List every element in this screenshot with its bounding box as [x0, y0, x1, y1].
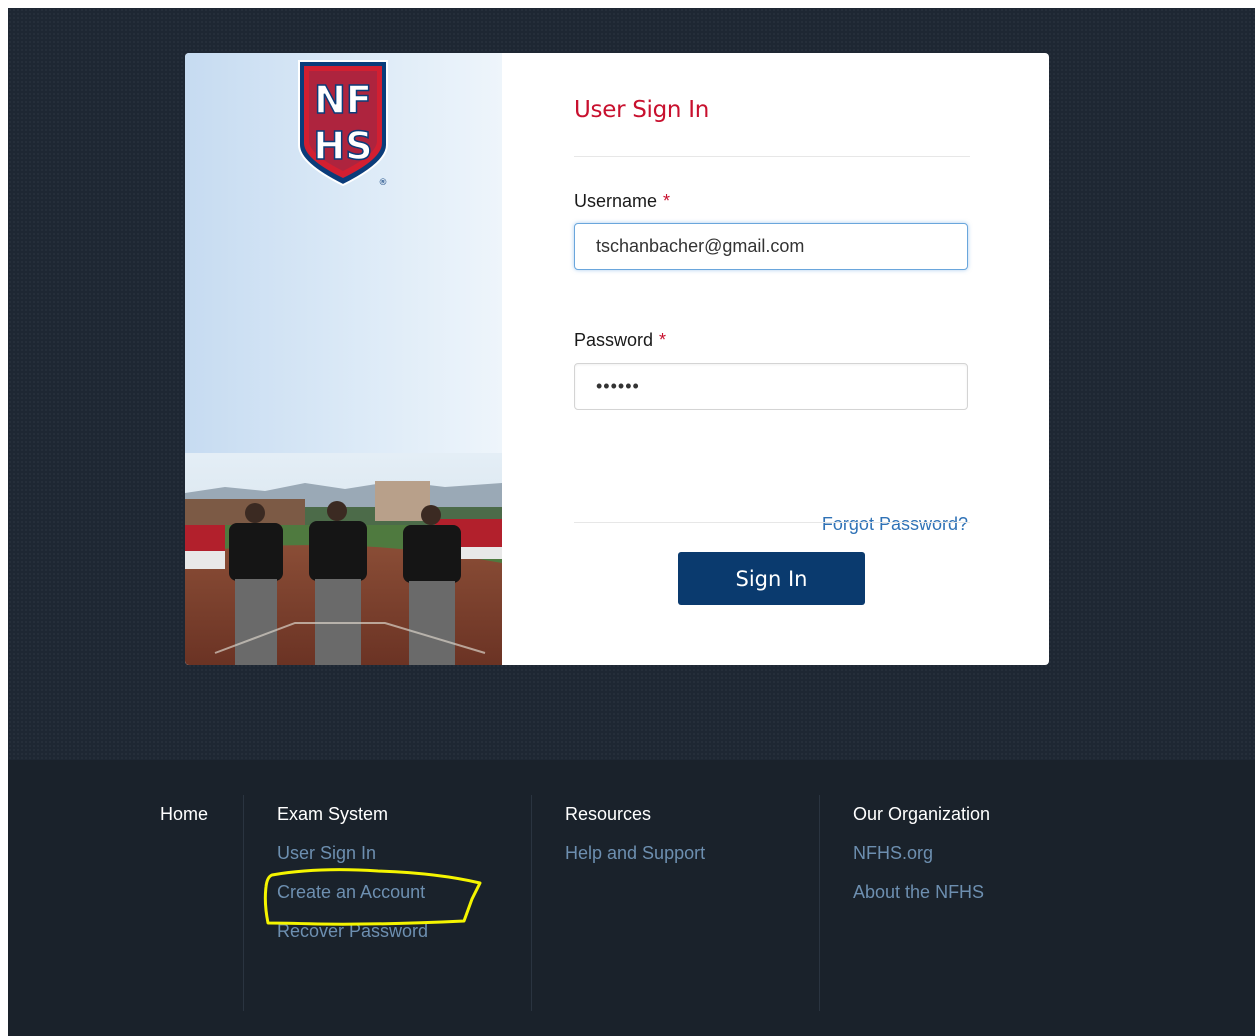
password-input[interactable]	[574, 363, 968, 410]
signin-card: NF HS ® User Sign In Username * tschanba…	[185, 53, 1049, 665]
logo-text-bottom: HS	[313, 124, 372, 168]
forgot-password-link[interactable]: Forgot Password?	[822, 514, 968, 535]
password-label-text: Password	[574, 330, 654, 350]
title-divider	[574, 156, 970, 157]
footer-link-recover-password[interactable]: Recover Password	[277, 920, 428, 942]
footer-heading-resources: Resources	[565, 804, 652, 824]
footer-col-resources: Resources Help and Support	[565, 795, 705, 1011]
footer-separator	[531, 795, 532, 1011]
footer-link-create-account[interactable]: Create an Account	[277, 881, 428, 903]
footer-link-about-nfhs[interactable]: About the NFHS	[853, 881, 990, 903]
baseball-umpires-photo	[185, 453, 502, 665]
footer-separator	[243, 795, 244, 1011]
nfhs-shield-logo: NF HS ®	[298, 60, 388, 188]
form-divider	[574, 522, 970, 523]
card-side-panel: NF HS ®	[185, 53, 502, 665]
footer-link-nfhs-org[interactable]: NFHS.org	[853, 842, 990, 864]
footer-home-link[interactable]: Home	[160, 803, 208, 825]
password-label: Password *	[574, 330, 666, 351]
username-label-text: Username	[574, 191, 658, 211]
required-marker: *	[659, 330, 667, 350]
footer-link-help-support[interactable]: Help and Support	[565, 842, 705, 864]
sign-in-button[interactable]: Sign In	[678, 552, 865, 605]
username-input[interactable]	[574, 223, 968, 270]
footer-separator	[819, 795, 820, 1011]
footer-link-user-sign-in[interactable]: User Sign In	[277, 842, 428, 864]
required-marker: *	[663, 191, 671, 211]
footer-heading-exam: Exam System	[277, 804, 389, 824]
footer-col-organization: Our Organization NFHS.org About the NFHS	[853, 795, 990, 1011]
page-background: NF HS ® User Sign In Username * tschanba…	[8, 8, 1255, 1036]
registered-mark: ®	[379, 178, 388, 188]
site-footer: Home Exam System User Sign In Create an …	[8, 760, 1255, 1036]
page-title: User Sign In	[574, 97, 709, 123]
signin-form: User Sign In Username* Password* •••••• …	[574, 53, 970, 665]
footer-col-exam: Exam System User Sign In Create an Accou…	[277, 795, 428, 1011]
password-field-wrapper: ••••••	[574, 363, 968, 410]
footer-heading-organization: Our Organization	[853, 804, 991, 824]
logo-text-top: NF	[314, 78, 372, 122]
username-label: Username *	[574, 191, 670, 212]
footer-col-home: Home	[160, 795, 208, 1011]
